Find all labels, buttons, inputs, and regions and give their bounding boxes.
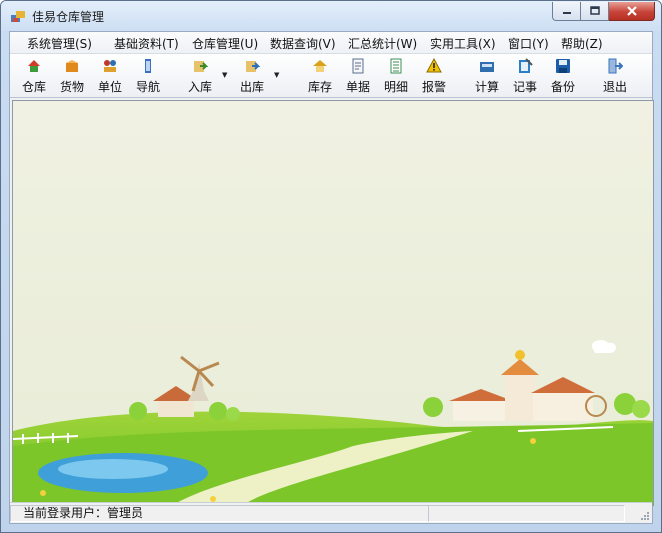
toolbar: 仓库 货物 单位 导航 入库 ▼ 出库 ▼ 库存 单据 明细 报警 计算 记事 … [10, 54, 652, 98]
alarm-icon [426, 58, 442, 73]
maximize-button[interactable] [581, 2, 609, 21]
menu-bar: 系统管理(S) 基础资料(T) 仓库管理(U) 数据查询(V) 汇总统计(W) … [10, 32, 652, 54]
app-icon [11, 11, 25, 22]
inventory-icon [313, 60, 327, 72]
toolbar-button-exit[interactable]: 退出 [597, 57, 633, 95]
toolbar-label: 入库 [187, 80, 212, 94]
minimize-icon [562, 12, 571, 14]
navigation-icon [145, 59, 151, 73]
minimize-button[interactable] [552, 2, 581, 21]
toolbar-button-stock-out[interactable]: 出库 [234, 57, 270, 95]
mdi-workspace[interactable] [12, 100, 654, 506]
toolbar-button-documents[interactable]: 单据 [340, 57, 376, 95]
notepad-icon [519, 58, 533, 73]
exit-icon [608, 58, 623, 74]
toolbar-button-backup[interactable]: 备份 [545, 57, 581, 95]
toolbar-label: 仓库 [21, 80, 46, 94]
toolbar-label: 计算 [474, 80, 499, 94]
toolbar-label: 记事 [512, 80, 537, 94]
toolbar-label: 备份 [550, 80, 575, 94]
menu-statistics[interactable]: 汇总统计(W) [348, 35, 417, 52]
status-empty-pane [428, 505, 625, 522]
status-user-pane: 当前登录用户：管理员 [10, 505, 429, 522]
background-landscape-image [13, 101, 653, 505]
resize-grip-icon[interactable] [640, 511, 650, 521]
stock-out-dropdown-arrow[interactable]: ▼ [274, 71, 279, 79]
toolbar-button-warehouse[interactable]: 仓库 [16, 57, 52, 95]
menu-tools[interactable]: 实用工具(X) [430, 35, 496, 52]
units-icon [104, 60, 116, 72]
toolbar-label: 单据 [345, 80, 370, 94]
backup-icon [556, 59, 570, 73]
caption-buttons [552, 2, 655, 21]
toolbar-button-stock-in[interactable]: 入库 [182, 57, 218, 95]
toolbar-button-calculator[interactable]: 计算 [469, 57, 505, 95]
menu-basic-data[interactable]: 基础资料(T) [114, 35, 179, 52]
toolbar-button-details[interactable]: 明细 [378, 57, 414, 95]
toolbar-label: 库存 [307, 80, 332, 94]
toolbar-button-units[interactable]: 单位 [92, 57, 128, 95]
client-area: 系统管理(S) 基础资料(T) 仓库管理(U) 数据查询(V) 汇总统计(W) … [9, 31, 654, 524]
menu-window[interactable]: 窗口(Y) [508, 35, 549, 52]
calculator-icon [480, 62, 494, 72]
maximize-icon [589, 6, 600, 15]
menu-system[interactable]: 系统管理(S) [27, 35, 92, 52]
status-bar: 当前登录用户：管理员 [10, 502, 652, 523]
warehouse-icon [28, 60, 40, 72]
stock-out-icon [246, 61, 260, 72]
toolbar-label: 货物 [59, 80, 84, 94]
close-button[interactable] [609, 2, 655, 21]
toolbar-button-navigation[interactable]: 导航 [130, 57, 166, 95]
title-bar[interactable]: 佳易仓库管理 [1, 1, 661, 31]
toolbar-label: 报警 [421, 80, 446, 94]
window-title: 佳易仓库管理 [32, 10, 105, 24]
toolbar-button-goods[interactable]: 货物 [54, 57, 90, 95]
toolbar-label: 单位 [97, 80, 122, 94]
close-icon [626, 6, 637, 16]
menu-help[interactable]: 帮助(Z) [561, 35, 603, 52]
toolbar-label: 导航 [135, 80, 160, 94]
toolbar-button-alarm[interactable]: 报警 [416, 57, 452, 95]
stock-in-dropdown-arrow[interactable]: ▼ [222, 71, 227, 79]
toolbar-button-inventory[interactable]: 库存 [302, 57, 338, 95]
toolbar-label: 出库 [239, 80, 264, 94]
toolbar-button-notepad[interactable]: 记事 [507, 57, 543, 95]
goods-icon [66, 60, 78, 72]
documents-icon [352, 58, 364, 74]
menu-warehouse[interactable]: 仓库管理(U) [192, 35, 258, 52]
toolbar-label: 明细 [383, 80, 408, 94]
main-window: 佳易仓库管理 系统管理(S) 基础资料(T) 仓库管理(U) 数据查询(V) 汇… [0, 0, 662, 533]
details-icon [390, 58, 402, 74]
stock-in-icon [194, 61, 208, 72]
menu-query[interactable]: 数据查询(V) [270, 35, 336, 52]
toolbar-label: 退出 [602, 80, 627, 94]
